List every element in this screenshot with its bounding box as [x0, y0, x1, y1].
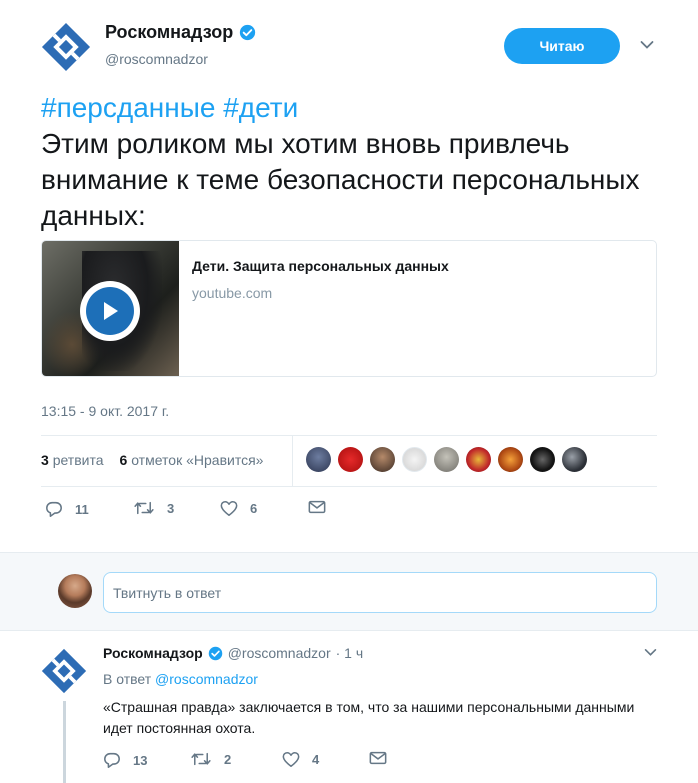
like-count: 6 [250, 501, 258, 516]
reply-author-handle[interactable]: @roscomnadzor [228, 645, 331, 661]
retweet-action-wrap: 3 [133, 500, 174, 516]
author-display-name[interactable]: Роскомнадзор [105, 22, 233, 43]
retweets-count: 3 [41, 452, 49, 468]
play-icon [86, 287, 134, 335]
tweet-body: Этим роликом мы хотим вновь привлечь вни… [41, 128, 640, 231]
in-reply-prefix: В ответ [103, 671, 152, 687]
retweet-action[interactable]: 2 [190, 751, 231, 767]
liker-avatar[interactable] [530, 447, 555, 472]
reply-like-wrap: 4 [282, 751, 319, 768]
hashtags[interactable]: #персданные #дети [41, 90, 661, 126]
liker-avatar[interactable] [498, 447, 523, 472]
main-tweet: Роскомнадзор @roscomnadzor Читаю #персда… [0, 0, 698, 552]
envelope-icon[interactable] [308, 500, 326, 514]
author-name-row: Роскомнадзор [105, 22, 256, 43]
liker-avatar[interactable] [370, 447, 395, 472]
like-count: 4 [312, 752, 320, 767]
like-action[interactable]: 6 [220, 500, 257, 517]
card-title[interactable]: Дети. Защита персональных данных [192, 258, 449, 274]
verified-badge-icon [208, 646, 222, 660]
reply-dm-wrap [369, 751, 387, 765]
in-reply-to: В ответ @roscomnadzor [103, 671, 258, 687]
liker-avatar[interactable] [338, 447, 363, 472]
chevron-down-icon[interactable] [640, 40, 654, 50]
tweet-text: #персданные #дети Этим роликом мы хотим … [41, 90, 661, 234]
like-action-wrap: 6 [220, 500, 257, 517]
tweet-timestamp[interactable]: 13:15 - 9 окт. 2017 г. [41, 403, 169, 419]
author-handle[interactable]: @roscomnadzor [105, 51, 256, 67]
liker-avatar[interactable] [466, 447, 491, 472]
dm-action-wrap [308, 500, 326, 514]
reply-composer: Твитнуть в ответ [0, 552, 698, 631]
retweet-icon [134, 501, 154, 515]
tweet-stats: 3 ретвита 6 отметок «Нравится» [41, 452, 263, 468]
likes-stat[interactable]: 6 отметок «Нравится» [120, 452, 264, 468]
in-reply-handle-link[interactable]: @roscomnadzor [155, 671, 258, 687]
likers-avatars [306, 447, 587, 472]
reply-count: 11 [75, 501, 89, 517]
envelope-icon[interactable] [369, 751, 387, 765]
likes-label: отметок «Нравится» [131, 452, 264, 468]
reply-tweet: Роскомнадзор @roscomnadzor · 1 ч В ответ… [0, 631, 698, 783]
heart-icon [220, 500, 238, 517]
reply-action[interactable]: 11 [45, 500, 89, 518]
play-button[interactable] [80, 281, 140, 341]
reply-text: «Страшная правда» заключается в том, что… [103, 699, 635, 736]
card-domain: youtube.com [192, 285, 273, 301]
reply-author-name[interactable]: Роскомнадзор [103, 645, 203, 661]
card-body: Дети. Защита персональных данных youtube… [179, 241, 449, 376]
liker-avatar[interactable] [402, 447, 427, 472]
current-user-avatar[interactable] [58, 574, 92, 608]
link-card[interactable]: Дети. Защита персональных данных youtube… [41, 240, 657, 377]
retweet-icon [191, 752, 211, 766]
divider [41, 435, 657, 436]
following-button[interactable]: Читаю [504, 28, 620, 64]
roscomnadzor-logo-avatar[interactable] [41, 22, 91, 72]
heart-icon [282, 751, 300, 768]
tweet-actions: 11 [45, 500, 89, 518]
author-block: Роскомнадзор @roscomnadzor [105, 22, 256, 67]
retweet-action[interactable]: 3 [133, 500, 174, 516]
roscomnadzor-logo-avatar[interactable] [41, 648, 87, 694]
reply-icon [46, 501, 62, 517]
retweet-count: 2 [224, 751, 232, 767]
reply-actions: 13 [103, 751, 147, 769]
video-thumbnail[interactable] [42, 241, 179, 376]
liker-avatar[interactable] [562, 447, 587, 472]
reply-retweet-wrap: 2 [190, 751, 231, 767]
verified-badge-icon [240, 24, 256, 41]
retweet-count: 3 [167, 500, 175, 516]
stats-separator [292, 436, 293, 486]
reply-action[interactable]: 13 [103, 751, 147, 769]
reply-count: 13 [133, 752, 148, 768]
retweets-label: ретвита [52, 452, 104, 468]
reply-icon [104, 752, 120, 768]
retweets-stat[interactable]: 3 ретвита [41, 452, 104, 468]
divider [41, 486, 657, 487]
chevron-down-icon[interactable] [644, 648, 657, 657]
reply-input[interactable]: Твитнуть в ответ [103, 572, 657, 613]
likes-count: 6 [119, 452, 128, 468]
thread-line [63, 701, 66, 783]
like-action[interactable]: 4 [282, 751, 319, 768]
liker-avatar[interactable] [434, 447, 459, 472]
reply-header: Роскомнадзор @roscomnadzor · 1 ч [103, 645, 363, 661]
reply-time[interactable]: · 1 ч [336, 645, 364, 661]
liker-avatar[interactable] [306, 447, 331, 472]
